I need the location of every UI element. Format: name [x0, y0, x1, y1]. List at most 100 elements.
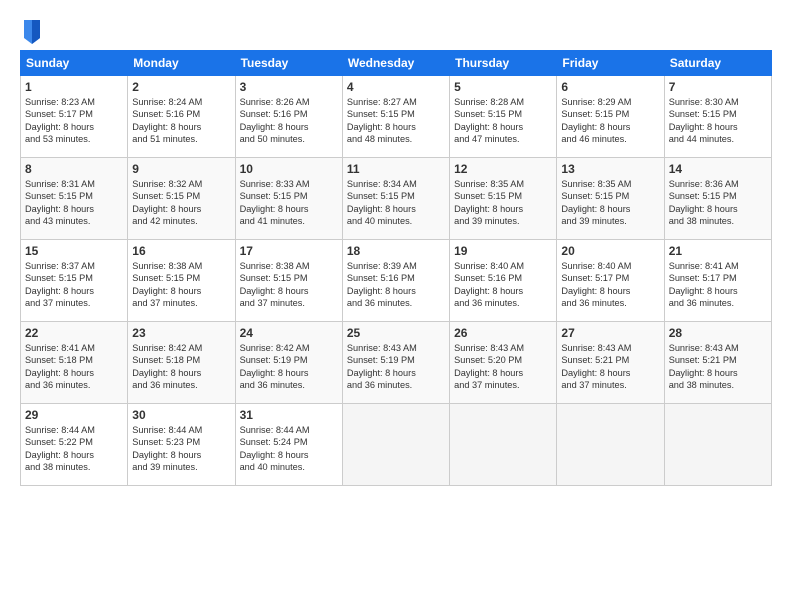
sunrise-text: Sunrise: 8:43 AMSunset: 5:19 PMDaylight:… — [347, 343, 417, 390]
sunrise-text: Sunrise: 8:40 AMSunset: 5:17 PMDaylight:… — [561, 261, 631, 308]
sunrise-text: Sunrise: 8:33 AMSunset: 5:15 PMDaylight:… — [240, 179, 310, 226]
sunrise-text: Sunrise: 8:35 AMSunset: 5:15 PMDaylight:… — [561, 179, 631, 226]
header-wednesday: Wednesday — [342, 51, 449, 76]
empty-cell — [450, 404, 557, 486]
sunrise-text: Sunrise: 8:34 AMSunset: 5:15 PMDaylight:… — [347, 179, 417, 226]
sunrise-text: Sunrise: 8:29 AMSunset: 5:15 PMDaylight:… — [561, 97, 631, 144]
day-number: 15 — [25, 244, 123, 258]
empty-cell — [342, 404, 449, 486]
sunrise-text: Sunrise: 8:26 AMSunset: 5:16 PMDaylight:… — [240, 97, 310, 144]
weekday-header-row: Sunday Monday Tuesday Wednesday Thursday… — [21, 51, 772, 76]
day-number: 31 — [240, 408, 338, 422]
day-cell-19: 19Sunrise: 8:40 AMSunset: 5:16 PMDayligh… — [450, 240, 557, 322]
day-cell-12: 12 Sunrise: 8:35 AMSunset: 5:15 PMDayligh… — [450, 158, 557, 240]
calendar-body: 1Sunrise: 8:23 AMSunset: 5:17 PMDaylight… — [21, 76, 772, 486]
sunrise-text: Sunrise: 8:31 AMSunset: 5:15 PMDaylight:… — [25, 179, 95, 226]
sunrise-text: Sunrise: 8:27 AMSunset: 5:15 PMDaylight:… — [347, 97, 417, 144]
day-cell-23: 23Sunrise: 8:42 AMSunset: 5:18 PMDayligh… — [128, 322, 235, 404]
header — [20, 16, 772, 40]
day-number: 16 — [132, 244, 230, 258]
day-cell-26: 26Sunrise: 8:43 AMSunset: 5:20 PMDayligh… — [450, 322, 557, 404]
week-row-5: 29Sunrise: 8:44 AMSunset: 5:22 PMDayligh… — [21, 404, 772, 486]
day-cell-9: 9 Sunrise: 8:32 AMSunset: 5:15 PMDaylight… — [128, 158, 235, 240]
sunrise-text: Sunrise: 8:37 AMSunset: 5:15 PMDaylight:… — [25, 261, 95, 308]
empty-cell — [557, 404, 664, 486]
day-number: 22 — [25, 326, 123, 340]
sunrise-text: Sunrise: 8:41 AMSunset: 5:18 PMDaylight:… — [25, 343, 95, 390]
week-row-4: 22 Sunrise: 8:41 AMSunset: 5:18 PMDayligh… — [21, 322, 772, 404]
sunrise-text: Sunrise: 8:44 AMSunset: 5:22 PMDaylight:… — [25, 425, 95, 472]
sunrise-text: Sunrise: 8:35 AMSunset: 5:15 PMDaylight:… — [454, 179, 524, 226]
day-number: 17 — [240, 244, 338, 258]
day-number: 10 — [240, 162, 338, 176]
day-cell-20: 20 Sunrise: 8:40 AMSunset: 5:17 PMDayligh… — [557, 240, 664, 322]
page: Sunday Monday Tuesday Wednesday Thursday… — [0, 0, 792, 612]
sunrise-text: Sunrise: 8:40 AMSunset: 5:16 PMDaylight:… — [454, 261, 524, 308]
day-cell-28: 28 Sunrise: 8:43 AMSunset: 5:21 PMDayligh… — [664, 322, 771, 404]
day-number: 20 — [561, 244, 659, 258]
day-number: 13 — [561, 162, 659, 176]
sunrise-text: Sunrise: 8:32 AMSunset: 5:15 PMDaylight:… — [132, 179, 202, 226]
logo-icon — [22, 16, 42, 44]
header-sunday: Sunday — [21, 51, 128, 76]
sunrise-text: Sunrise: 8:41 AMSunset: 5:17 PMDaylight:… — [669, 261, 739, 308]
sunrise-text: Sunrise: 8:43 AMSunset: 5:21 PMDaylight:… — [561, 343, 631, 390]
day-number: 21 — [669, 244, 767, 258]
day-cell-14: 14 Sunrise: 8:36 AMSunset: 5:15 PMDayligh… — [664, 158, 771, 240]
day-number: 9 — [132, 162, 230, 176]
day-cell-13: 13 Sunrise: 8:35 AMSunset: 5:15 PMDayligh… — [557, 158, 664, 240]
day-number: 2 — [132, 80, 230, 94]
sunrise-text: Sunrise: 8:44 AMSunset: 5:23 PMDaylight:… — [132, 425, 202, 472]
day-number: 25 — [347, 326, 445, 340]
day-cell-24: 24Sunrise: 8:42 AMSunset: 5:19 PMDayligh… — [235, 322, 342, 404]
sunrise-text: Sunrise: 8:28 AMSunset: 5:15 PMDaylight:… — [454, 97, 524, 144]
day-cell-11: 11Sunrise: 8:34 AMSunset: 5:15 PMDayligh… — [342, 158, 449, 240]
day-cell-27: 27 Sunrise: 8:43 AMSunset: 5:21 PMDayligh… — [557, 322, 664, 404]
day-number: 6 — [561, 80, 659, 94]
day-cell-30: 30Sunrise: 8:44 AMSunset: 5:23 PMDayligh… — [128, 404, 235, 486]
day-cell-18: 18 Sunrise: 8:39 AMSunset: 5:16 PMDayligh… — [342, 240, 449, 322]
header-thursday: Thursday — [450, 51, 557, 76]
week-row-3: 15 Sunrise: 8:37 AMSunset: 5:15 PMDayligh… — [21, 240, 772, 322]
sunrise-text: Sunrise: 8:38 AMSunset: 5:15 PMDaylight:… — [132, 261, 202, 308]
day-number: 12 — [454, 162, 552, 176]
day-number: 3 — [240, 80, 338, 94]
header-friday: Friday — [557, 51, 664, 76]
week-row-2: 8 Sunrise: 8:31 AMSunset: 5:15 PMDaylight… — [21, 158, 772, 240]
sunrise-text: Sunrise: 8:30 AMSunset: 5:15 PMDaylight:… — [669, 97, 739, 144]
header-saturday: Saturday — [664, 51, 771, 76]
day-number: 8 — [25, 162, 123, 176]
day-number: 27 — [561, 326, 659, 340]
sunrise-text: Sunrise: 8:39 AMSunset: 5:16 PMDaylight:… — [347, 261, 417, 308]
day-number: 5 — [454, 80, 552, 94]
sunrise-text: Sunrise: 8:38 AMSunset: 5:15 PMDaylight:… — [240, 261, 310, 308]
sunrise-text: Sunrise: 8:42 AMSunset: 5:19 PMDaylight:… — [240, 343, 310, 390]
sunrise-text: Sunrise: 8:43 AMSunset: 5:20 PMDaylight:… — [454, 343, 524, 390]
day-cell-16: 16 Sunrise: 8:38 AMSunset: 5:15 PMDayligh… — [128, 240, 235, 322]
day-number: 23 — [132, 326, 230, 340]
day-cell-3: 3 Sunrise: 8:26 AMSunset: 5:16 PMDaylight… — [235, 76, 342, 158]
week-row-1: 1Sunrise: 8:23 AMSunset: 5:17 PMDaylight… — [21, 76, 772, 158]
day-cell-10: 10 Sunrise: 8:33 AMSunset: 5:15 PMDayligh… — [235, 158, 342, 240]
day-number: 28 — [669, 326, 767, 340]
day-number: 4 — [347, 80, 445, 94]
day-cell-8: 8 Sunrise: 8:31 AMSunset: 5:15 PMDaylight… — [21, 158, 128, 240]
header-tuesday: Tuesday — [235, 51, 342, 76]
day-cell-2: 2Sunrise: 8:24 AMSunset: 5:16 PMDaylight… — [128, 76, 235, 158]
day-cell-6: 6 Sunrise: 8:29 AMSunset: 5:15 PMDaylight… — [557, 76, 664, 158]
header-monday: Monday — [128, 51, 235, 76]
day-cell-25: 25 Sunrise: 8:43 AMSunset: 5:19 PMDayligh… — [342, 322, 449, 404]
day-number: 18 — [347, 244, 445, 258]
day-cell-15: 15 Sunrise: 8:37 AMSunset: 5:15 PMDayligh… — [21, 240, 128, 322]
day-number: 14 — [669, 162, 767, 176]
sunrise-text: Sunrise: 8:44 AMSunset: 5:24 PMDaylight:… — [240, 425, 310, 472]
day-cell-21: 21 Sunrise: 8:41 AMSunset: 5:17 PMDayligh… — [664, 240, 771, 322]
day-cell-1: 1Sunrise: 8:23 AMSunset: 5:17 PMDaylight… — [21, 76, 128, 158]
day-cell-7: 7Sunrise: 8:30 AMSunset: 5:15 PMDaylight… — [664, 76, 771, 158]
sunrise-text: Sunrise: 8:36 AMSunset: 5:15 PMDaylight:… — [669, 179, 739, 226]
day-cell-17: 17 Sunrise: 8:38 AMSunset: 5:15 PMDayligh… — [235, 240, 342, 322]
day-cell-5: 5 Sunrise: 8:28 AMSunset: 5:15 PMDaylight… — [450, 76, 557, 158]
day-cell-22: 22 Sunrise: 8:41 AMSunset: 5:18 PMDayligh… — [21, 322, 128, 404]
day-cell-31: 31 Sunrise: 8:44 AMSunset: 5:24 PMDayligh… — [235, 404, 342, 486]
sunrise-text: Sunrise: 8:43 AMSunset: 5:21 PMDaylight:… — [669, 343, 739, 390]
